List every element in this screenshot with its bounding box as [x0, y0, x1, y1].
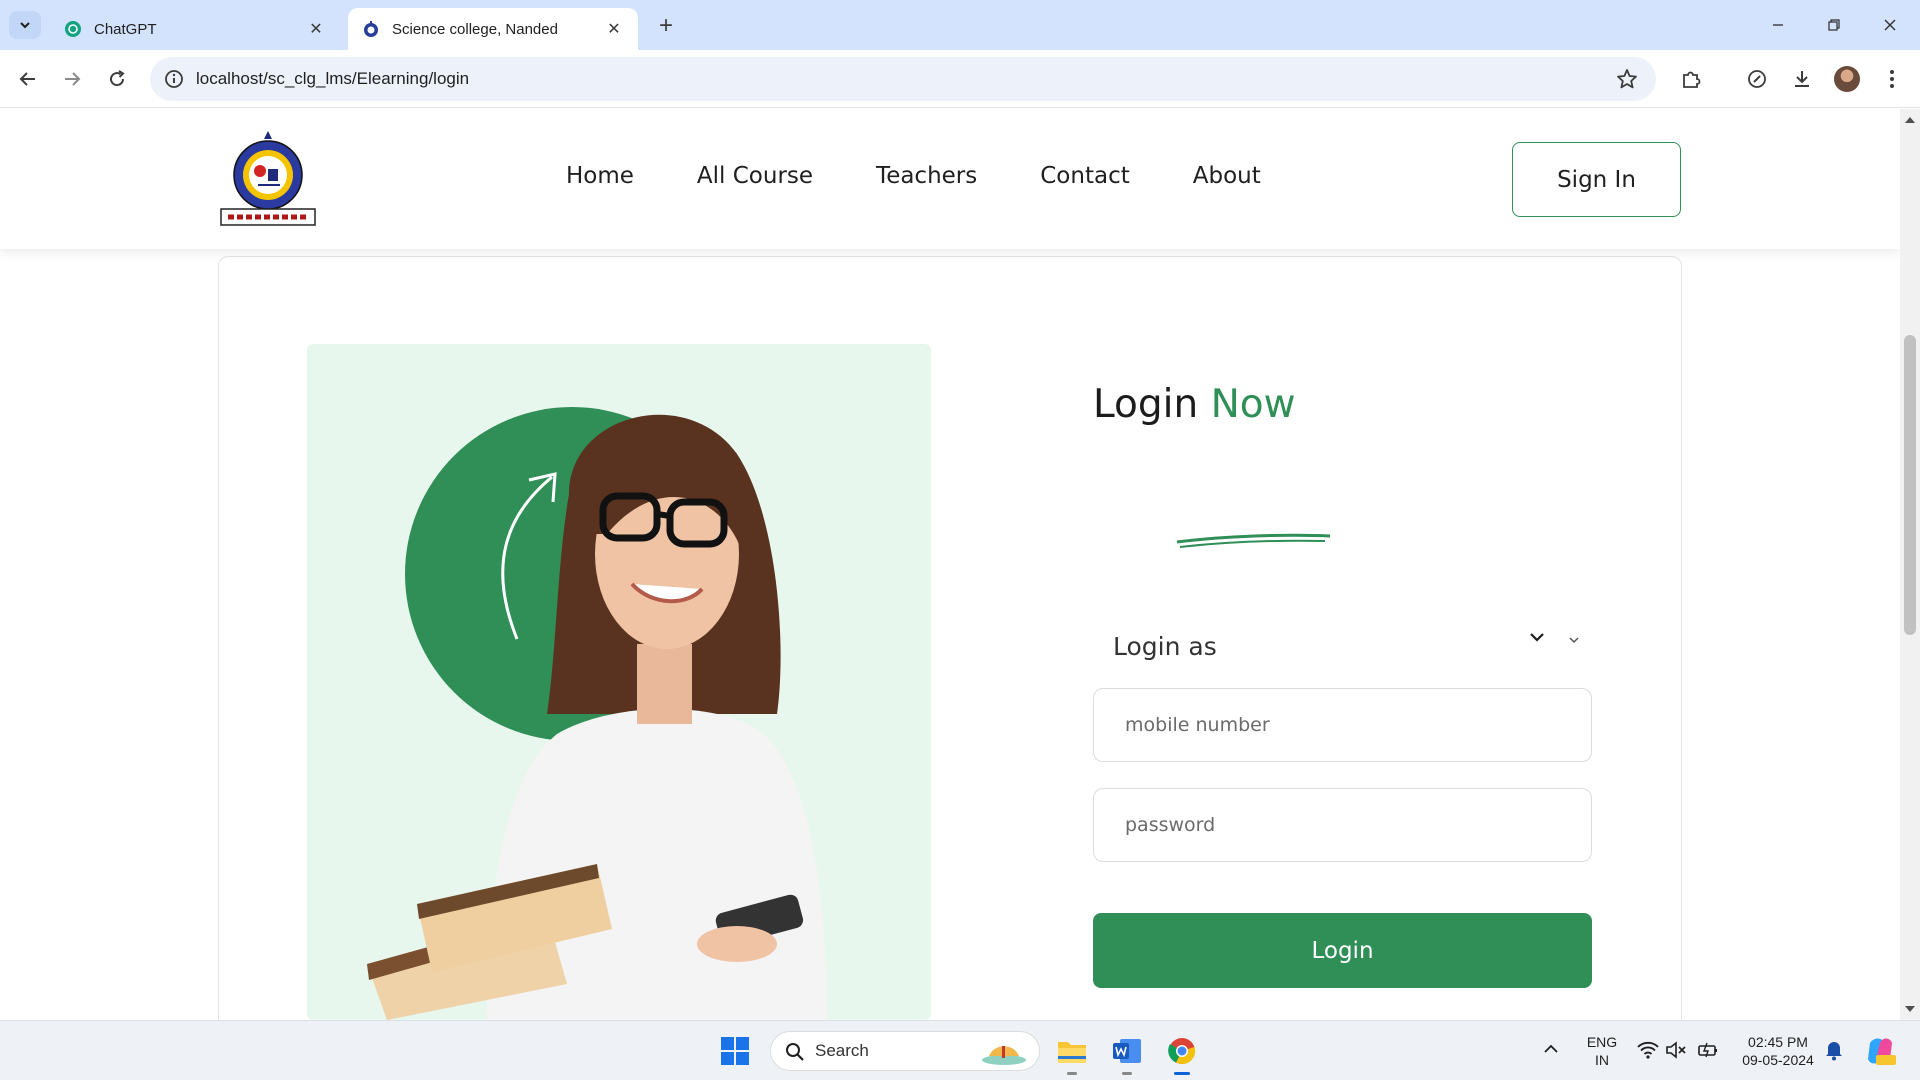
windows-start-icon[interactable]: [720, 1036, 750, 1066]
search-highlight-icon: [982, 1046, 1026, 1065]
scrollbar-thumb[interactable]: [1904, 335, 1916, 635]
tab-science-college[interactable]: Science college, Nanded ✕: [348, 8, 638, 50]
close-icon: [1884, 19, 1896, 31]
chatgpt-icon: [65, 21, 81, 37]
word-taskbar-button[interactable]: [1107, 1031, 1147, 1075]
search-icon: [786, 1043, 804, 1061]
login-title-accent: Now: [1210, 382, 1296, 427]
restore-icon: [1828, 19, 1840, 31]
student-with-books-image: [367, 407, 827, 1020]
speedometer-icon: [1748, 70, 1766, 88]
running-indicator: [1067, 1072, 1077, 1075]
close-tab-icon[interactable]: ✕: [604, 19, 624, 39]
new-tab-button[interactable]: +: [652, 12, 680, 40]
page-scrollbar[interactable]: [1900, 109, 1920, 1020]
minimize-button[interactable]: [1750, 0, 1806, 50]
taskbar-search-box[interactable]: Search: [770, 1031, 1040, 1071]
browser-menu-button[interactable]: [1876, 63, 1908, 95]
login-button[interactable]: Login: [1093, 913, 1592, 988]
back-arrow-icon: [19, 72, 35, 86]
reload-button[interactable]: [101, 63, 133, 95]
nav-home[interactable]: Home: [566, 163, 634, 189]
heading-underline-decoration: [1176, 533, 1331, 548]
taskbar-clock[interactable]: 02:45 PM 09-05-2024: [1732, 1033, 1824, 1069]
browser-toolbar: localhost/sc_clg_lms/Elearning/login: [0, 50, 1920, 108]
mobile-number-placeholder: mobile number: [1125, 714, 1270, 736]
tab-strip: ChatGPT ✕ Science college, Nanded ✕ +: [0, 0, 1920, 50]
word-icon: [1113, 1039, 1141, 1063]
region-code: IN: [1595, 1052, 1609, 1068]
chrome-taskbar-button[interactable]: [1162, 1031, 1202, 1075]
puzzle-icon: [1683, 71, 1701, 88]
tab-search-button[interactable]: [9, 11, 41, 39]
sign-in-button[interactable]: Sign In: [1512, 142, 1681, 217]
performance-button[interactable]: [1741, 63, 1773, 95]
minimize-icon: [1773, 24, 1783, 26]
restore-button[interactable]: [1806, 0, 1862, 50]
extensions-button[interactable]: [1675, 63, 1707, 95]
wifi-icon[interactable]: [1637, 1041, 1659, 1059]
battery-charging-icon[interactable]: [1697, 1041, 1719, 1059]
scroll-up-arrow-icon[interactable]: [1905, 117, 1915, 123]
chrome-icon: [1168, 1038, 1196, 1065]
hero-illustration: [307, 344, 931, 1020]
site-info-icon[interactable]: [164, 69, 184, 89]
nav-contact[interactable]: Contact: [1040, 163, 1129, 189]
volume-muted-icon[interactable]: [1665, 1041, 1687, 1059]
login-title-main: Login: [1093, 382, 1199, 427]
mobile-number-input[interactable]: mobile number: [1093, 688, 1592, 762]
download-icon: [1795, 71, 1809, 87]
tab-title: Science college, Nanded: [392, 20, 558, 38]
clock-time: 02:45 PM: [1748, 1034, 1808, 1050]
chevron-down-icon: [20, 22, 30, 29]
close-window-button[interactable]: [1862, 0, 1918, 50]
folder-icon: [1058, 1042, 1086, 1063]
main-nav: Home All Course Teachers Contact About: [566, 163, 1261, 189]
url-text: localhost/sc_clg_lms/Elearning/login: [196, 69, 470, 88]
password-placeholder: password: [1125, 814, 1216, 836]
login-heading: Login Now: [1093, 382, 1296, 427]
close-tab-icon[interactable]: ✕: [306, 19, 326, 39]
college-seal-logo[interactable]: [218, 129, 318, 229]
login-as-label: Login as: [1113, 631, 1217, 661]
input-language-indicator[interactable]: ENG IN: [1582, 1033, 1622, 1069]
nav-teachers[interactable]: Teachers: [876, 163, 977, 189]
forward-arrow-icon: [65, 72, 81, 86]
clock-date: 09-05-2024: [1742, 1052, 1814, 1068]
avatar: [1834, 66, 1860, 92]
running-indicator: [1122, 1072, 1132, 1075]
nav-all-course[interactable]: All Course: [697, 163, 813, 189]
profile-button[interactable]: [1831, 63, 1863, 95]
site-header: Home All Course Teachers Contact About S…: [0, 109, 1900, 249]
show-hidden-icons-chevron-up-icon[interactable]: [1543, 1043, 1559, 1055]
back-button[interactable]: [12, 63, 44, 95]
scroll-down-arrow-icon[interactable]: [1905, 1006, 1915, 1012]
chevron-down-icon: [1569, 637, 1579, 644]
active-app-indicator: [1174, 1072, 1190, 1075]
address-bar[interactable]: localhost/sc_clg_lms/Elearning/login: [150, 57, 1656, 101]
more-vertical-icon: [1890, 70, 1894, 88]
file-explorer-taskbar-button[interactable]: [1052, 1031, 1092, 1075]
windows-taskbar: Search ENG IN 02:45 PM 09-05-2024: [0, 1020, 1920, 1080]
notification-bell-icon[interactable]: [1824, 1039, 1844, 1061]
login-as-select[interactable]: Login as: [1093, 621, 1593, 671]
downloads-button[interactable]: [1786, 63, 1818, 95]
copilot-icon[interactable]: [1864, 1035, 1896, 1067]
forward-button[interactable]: [56, 63, 88, 95]
bookmark-star-icon[interactable]: [1616, 68, 1638, 90]
password-input[interactable]: password: [1093, 788, 1592, 862]
nav-about[interactable]: About: [1193, 163, 1261, 189]
reload-icon: [110, 70, 125, 87]
taskbar-search-label: Search: [815, 1041, 869, 1060]
page-viewport: Home All Course Teachers Contact About S…: [0, 109, 1900, 1020]
chevron-down-icon[interactable]: [1529, 631, 1545, 643]
tab-chatgpt[interactable]: ChatGPT ✕: [50, 8, 340, 50]
college-favicon-icon: [364, 21, 378, 37]
tab-title: ChatGPT: [94, 20, 157, 38]
language-code: ENG: [1586, 1034, 1618, 1050]
